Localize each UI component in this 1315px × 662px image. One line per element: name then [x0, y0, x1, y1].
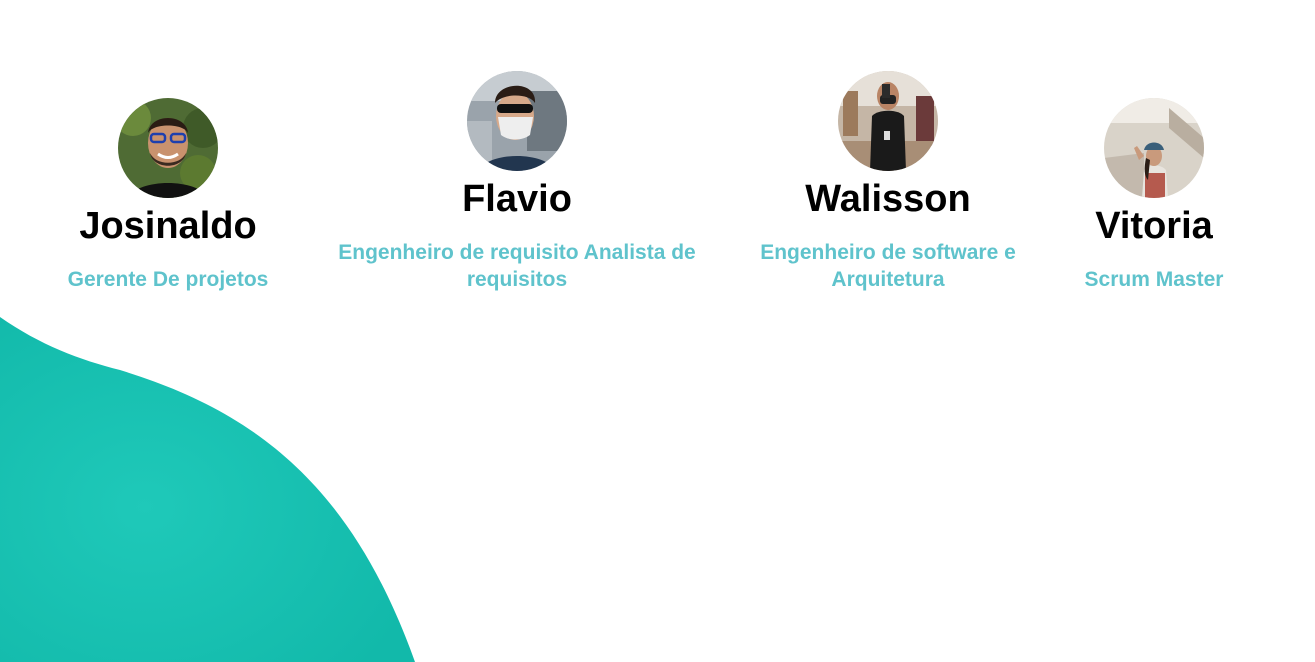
member-name: Vitoria — [1095, 205, 1213, 247]
avatar-walisson — [838, 71, 938, 171]
member-role: Gerente De projetos — [67, 268, 269, 291]
team-member-card: Vitoria Scrum Master — [1054, 98, 1254, 293]
member-role: Scrum Master — [1084, 268, 1224, 291]
member-name: Flavio — [462, 178, 572, 220]
avatar-josinaldo — [118, 98, 218, 198]
team-member-card: Flavio Engenheiro de requisito Analista … — [327, 71, 707, 293]
team-page: Josinaldo Gerente De projetos Flavio Eng… — [0, 0, 1315, 662]
avatar-flavio — [467, 71, 567, 171]
team-member-card: Walisson Engenheiro de software e Arquit… — [748, 71, 1028, 293]
member-role: Engenheiro de requisito Analista de requ… — [338, 241, 696, 291]
member-role: Engenheiro de software e Arquitetura — [760, 241, 1016, 291]
team-member-card: Josinaldo Gerente De projetos — [38, 98, 298, 293]
member-name: Josinaldo — [79, 205, 257, 247]
avatar-vitoria — [1104, 98, 1204, 198]
member-name: Walisson — [805, 178, 971, 220]
